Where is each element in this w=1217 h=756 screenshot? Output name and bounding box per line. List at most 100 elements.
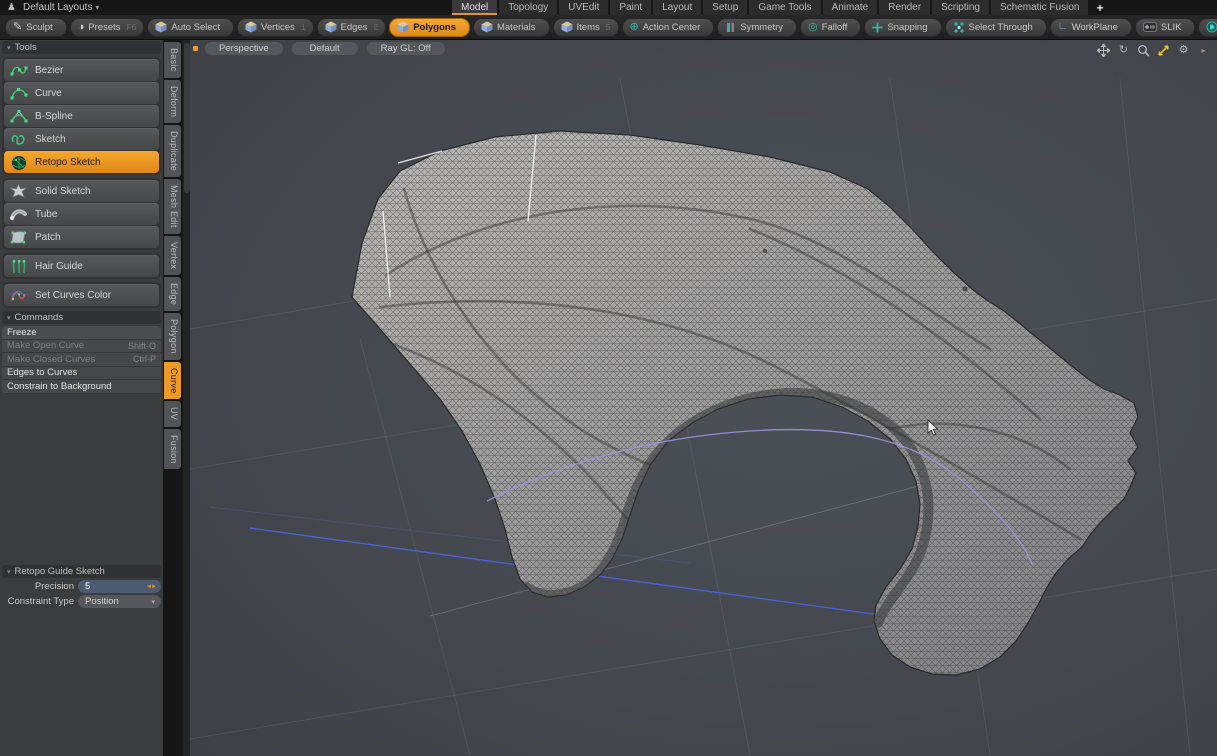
cube-icon	[245, 21, 257, 33]
layout-tab[interactable]: Scripting	[932, 0, 989, 15]
sidebar-vertical-tab[interactable]: Vertex	[164, 236, 181, 275]
toolbar-button[interactable]: SLIK	[1135, 18, 1196, 37]
viewport-option-button[interactable]: Default	[292, 42, 358, 55]
move-icon[interactable]	[1097, 44, 1110, 57]
tool-group: Set Curves Color	[2, 282, 161, 308]
tool-button[interactable]: Solid Sketch	[4, 180, 159, 202]
layout-tab[interactable]: UVEdit	[559, 0, 608, 15]
sidebar-vertical-tab[interactable]: Edge	[164, 277, 181, 311]
layout-tab[interactable]: Topology	[499, 0, 557, 15]
layout-tab[interactable]: Animate	[823, 0, 878, 15]
toolbar-button[interactable]: Vertices 1	[237, 18, 314, 37]
cube-icon	[397, 21, 409, 33]
toolbar-button[interactable]: Items 5	[553, 18, 619, 37]
layout-tab[interactable]: Game Tools	[749, 0, 820, 15]
layouts-selector[interactable]: Default Layouts ▾	[23, 2, 99, 13]
action-center-icon: ⊕	[630, 22, 639, 33]
toolbar-button[interactable]: Select Through	[945, 18, 1047, 37]
tool-button[interactable]: Hair Guide	[4, 255, 159, 277]
patch-icon	[8, 229, 29, 245]
more-icon[interactable]: ▸	[1197, 44, 1210, 57]
toolbar-button[interactable]: ✎ Sculpt	[5, 18, 67, 37]
tool-button[interactable]: Sketch	[4, 128, 159, 150]
toolbar-button[interactable]: Materials	[473, 18, 550, 37]
toolbar-button[interactable]: Snapping	[864, 18, 941, 37]
sidebar-vertical-tab[interactable]: Basic	[164, 42, 181, 78]
layout-tab[interactable]: +	[1090, 0, 1109, 15]
sidebar-vertical-tab[interactable]: Polygon	[164, 313, 181, 360]
command-row[interactable]: Freeze	[2, 326, 161, 340]
tool-button[interactable]: Retopo Sketch	[4, 151, 159, 173]
toolbar-button[interactable]: Symmetry	[717, 18, 797, 37]
sidebar-vertical-tab[interactable]: Duplicate	[164, 125, 181, 177]
chevron-down-icon: ▾	[151, 598, 155, 606]
set-curves-color-icon	[8, 287, 29, 303]
hair-guide-icon	[8, 258, 29, 274]
command-row[interactable]: Make Closed Curves Ctrl-P	[2, 353, 161, 367]
tool-button[interactable]: B-Spline	[4, 105, 159, 127]
gear-icon[interactable]: ⚙	[1177, 44, 1190, 57]
sidebar-vertical-tab[interactable]: Deform	[164, 80, 181, 123]
cube-icon	[325, 21, 337, 33]
collapse-caret-icon: ▾	[7, 44, 11, 52]
toolbar-button[interactable]: ⊕ Action Center	[622, 18, 715, 37]
tool-button[interactable]: Set Curves Color	[4, 284, 159, 306]
tools-panel-header[interactable]: ▾ Tools	[2, 41, 161, 54]
cube-icon	[481, 21, 493, 33]
toolbar-button[interactable]: Edges 2	[317, 18, 387, 37]
tool-button[interactable]: Tube	[4, 203, 159, 225]
layout-tabs: ModelTopologyUVEditPaintLayoutSetupGame …	[452, 0, 1109, 15]
commands-panel-header[interactable]: ▾ Commands	[2, 311, 161, 324]
toolbar-button[interactable]: Dash Export	[1198, 18, 1217, 37]
viewport-option-button[interactable]: Perspective	[205, 42, 283, 55]
scale-icon[interactable]	[1157, 44, 1170, 57]
3d-viewport[interactable]: Perspective Default Ray GL: Off ↻ ⚙ ▸	[190, 39, 1217, 756]
layout-tab[interactable]: Layout	[653, 0, 701, 15]
toolbar-button[interactable]: Polygons	[389, 18, 470, 37]
command-row[interactable]: Constrain to Background	[2, 380, 161, 394]
sidebar-vertical-tabs: Basic Deform Duplicate Mesh Edit Vertex Edge P…	[164, 42, 181, 469]
bezier-icon	[8, 62, 29, 78]
command-row[interactable]: Edges to Curves	[2, 367, 161, 381]
precision-field[interactable]: 5 ◄►	[78, 580, 161, 593]
hotkey-label: Ctrl-P	[133, 354, 156, 364]
sidebar-vertical-tab[interactable]: Fusion	[164, 429, 181, 470]
main-toolbar: ✎ Sculpt ◑ Presets F6 Auto Select Vertic…	[0, 15, 1217, 40]
falloff-icon: ◎	[808, 22, 818, 33]
layout-tab[interactable]: Setup	[703, 0, 747, 15]
tool-group: Solid Sketch Tube Patch	[2, 178, 161, 250]
b-spline-icon	[8, 108, 29, 124]
retopo-panel-header[interactable]: ▾ Retopo Guide Sketch	[2, 565, 161, 578]
cube-icon	[155, 21, 167, 33]
tool-button[interactable]: Patch	[4, 226, 159, 248]
mini-stepper-icon[interactable]: ◄►	[146, 584, 156, 590]
layout-tab[interactable]: Model	[452, 0, 497, 15]
toolbar-button[interactable]: Auto Select	[147, 18, 234, 37]
rotate-icon[interactable]: ↻	[1117, 44, 1130, 57]
sidebar-vertical-tab[interactable]: Curve	[164, 362, 181, 400]
commands-list: Freeze Make Open Curve Shift-O Make Clos…	[2, 326, 161, 394]
toolbar-button[interactable]: ◑ Presets F6	[70, 18, 145, 37]
retopo-guide-sketch-panel: ▾ Retopo Guide Sketch Precision 5 ◄► Con…	[0, 563, 163, 610]
symmetry-icon	[725, 22, 736, 33]
command-row[interactable]: Make Open Curve Shift-O	[2, 340, 161, 354]
toolbar-button[interactable]: ◎ Falloff	[800, 18, 861, 37]
constraint-type-dropdown[interactable]: Position ▾	[78, 595, 161, 608]
toolbar-button[interactable]: ∟ WorkPlane	[1050, 18, 1132, 37]
layouts-icon[interactable]: ♟	[7, 3, 16, 13]
collapse-caret-icon: ▾	[7, 568, 11, 576]
sidebar-vertical-tab[interactable]: Mesh Edit	[164, 179, 181, 234]
tool-button[interactable]: Bezier	[4, 59, 159, 81]
zoom-icon[interactable]	[1137, 44, 1150, 57]
slik-icon	[1143, 22, 1157, 32]
layout-tab[interactable]: Render	[879, 0, 930, 15]
sidebar-vertical-tab[interactable]: UV	[164, 401, 181, 426]
viewport-scene	[190, 39, 1217, 756]
layout-tab[interactable]: Paint	[610, 0, 651, 15]
viewport-option-button[interactable]: Ray GL: Off	[367, 42, 445, 55]
layout-tab[interactable]: Schematic Fusion	[991, 0, 1088, 15]
hotkey-label: 5	[606, 22, 611, 32]
hotkey-label: 1	[301, 22, 306, 32]
tool-button[interactable]: Curve	[4, 82, 159, 104]
cube-icon	[561, 21, 573, 33]
